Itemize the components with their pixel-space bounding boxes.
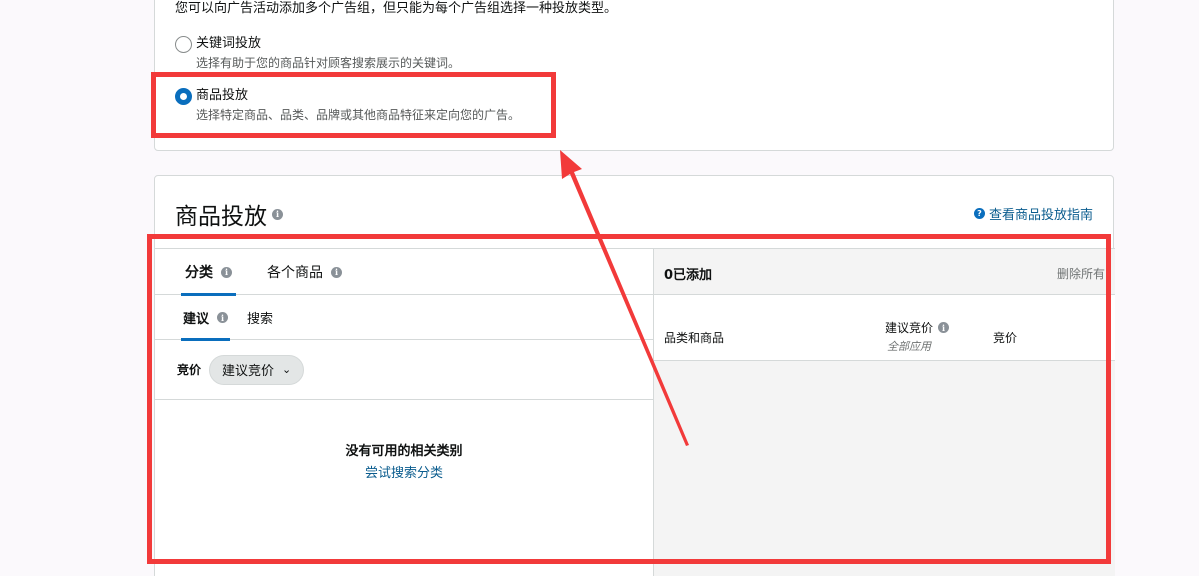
targeting-guide-link[interactable]: ? 查看商品投放指南 xyxy=(973,204,1093,223)
keyword-targeting-label: 关键词投放 xyxy=(196,36,262,51)
annotation-box-product-targeting-panel xyxy=(147,234,1111,564)
keyword-targeting-description: 选择有助于您的商品针对顾客搜索展示的关键词。 xyxy=(196,56,461,70)
targeting-intro-text: 您可以向广告活动添加多个广告组，但只能为每个广告组选择一种投放类型。 xyxy=(175,1,618,16)
keyword-targeting-radio[interactable] xyxy=(175,36,192,53)
annotation-box-product-targeting-option xyxy=(151,72,556,138)
help-icon: ? xyxy=(973,208,985,219)
section-title: 商品投放 i xyxy=(175,197,283,231)
keyword-targeting-option[interactable]: 关键词投放 选择有助于您的商品针对顾客搜索展示的关键词。 xyxy=(175,35,460,71)
guide-link-text: 查看商品投放指南 xyxy=(988,208,1093,223)
section-title-text: 商品投放 xyxy=(175,204,267,230)
info-icon[interactable]: i xyxy=(272,208,283,220)
